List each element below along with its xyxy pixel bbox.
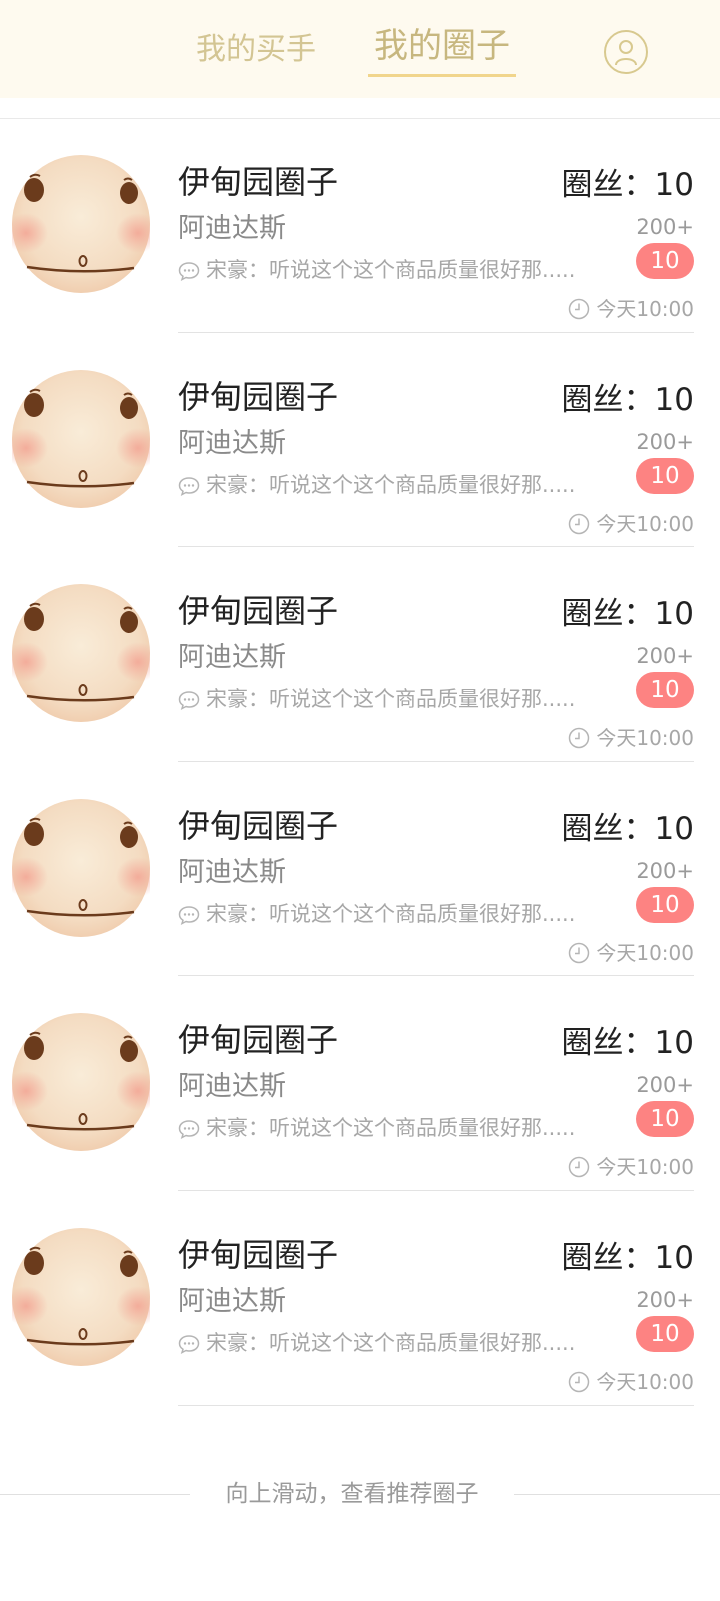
circle-brand: 阿迪达斯 bbox=[178, 1285, 286, 1317]
clock-icon bbox=[569, 298, 590, 320]
circle-avatar bbox=[12, 369, 150, 508]
member-count: 200+ bbox=[636, 429, 694, 454]
fans-count: 圈丝：10 bbox=[561, 1025, 694, 1062]
unread-badge: 10 bbox=[636, 243, 694, 279]
circle-name: 伊甸园圈子 bbox=[178, 163, 339, 201]
hint-line-right bbox=[514, 1494, 720, 1495]
last-message: 宋豪：听说这个这个商品质量很好那..... bbox=[178, 1113, 575, 1143]
last-active-time: 今天10:00 bbox=[568, 723, 694, 753]
last-message: 宋豪：听说这个这个商品质量很好那..... bbox=[178, 1328, 575, 1358]
time-text: 今天10:00 bbox=[596, 940, 694, 965]
last-active-time: 今天10:00 bbox=[568, 509, 694, 539]
circle-list-item[interactable]: 伊甸园圈子 阿迪达斯 宋豪：听说这个这个商品质量很好那..... 圈丝：10 2… bbox=[0, 118, 720, 333]
unread-badge: 10 bbox=[636, 1315, 694, 1352]
last-active-time: 今天10:00 bbox=[568, 1367, 694, 1397]
circle-list-item[interactable]: 伊甸园圈子 阿迪达斯 宋豪：听说这个这个商品质量很好那..... 圈丝：10 2… bbox=[0, 547, 720, 762]
unread-badge: 10 bbox=[636, 886, 694, 923]
time-text: 今天10:00 bbox=[596, 511, 694, 536]
member-count: 200+ bbox=[636, 1073, 694, 1098]
user-circle-icon bbox=[615, 40, 637, 66]
chat-bubble-icon bbox=[178, 476, 200, 496]
last-active-time: 今天10:00 bbox=[568, 1152, 694, 1182]
top-bar: 我的买手 我的圈子 bbox=[0, 0, 720, 98]
unread-badge: 10 bbox=[636, 457, 694, 494]
circle-list-item[interactable]: 伊甸园圈子 阿迪达斯 宋豪：听说这个这个商品质量很好那..... 圈丝：10 2… bbox=[0, 1191, 720, 1406]
member-count: 200+ bbox=[636, 215, 694, 239]
swipe-hint: 向上滑动，查看推荐圈子 bbox=[0, 1476, 720, 1516]
clock-icon bbox=[569, 727, 590, 749]
last-message-text: 宋豪：听说这个这个商品质量很好那..... bbox=[206, 901, 576, 926]
hint-line-left bbox=[0, 1494, 190, 1495]
circle-name: 伊甸园圈子 bbox=[178, 806, 339, 845]
fans-count: 圈丝：10 bbox=[561, 381, 694, 418]
clock-icon bbox=[569, 513, 590, 534]
circle-brand: 阿迪达斯 bbox=[178, 1071, 286, 1103]
circle-brand: 阿迪达斯 bbox=[178, 427, 286, 459]
time-text: 今天10:00 bbox=[596, 1155, 694, 1180]
fans-count: 圈丝：10 bbox=[561, 596, 694, 633]
fans-count: 圈丝：10 bbox=[561, 167, 694, 203]
circle-list-item[interactable]: 伊甸园圈子 阿迪达斯 宋豪：听说这个这个商品质量很好那..... 圈丝：10 2… bbox=[0, 762, 720, 977]
member-count: 200+ bbox=[636, 644, 694, 669]
last-message-text: 宋豪：听说这个这个商品质量很好那..... bbox=[206, 687, 576, 712]
last-message-text: 宋豪：听说这个这个商品质量很好那..... bbox=[206, 258, 576, 282]
unread-badge: 10 bbox=[636, 1101, 694, 1138]
circle-name: 伊甸园圈子 bbox=[178, 1235, 339, 1274]
unread-badge: 10 bbox=[636, 672, 694, 709]
circle-brand: 阿迪达斯 bbox=[178, 642, 286, 674]
last-message-text: 宋豪：听说这个这个商品质量很好那..... bbox=[206, 1116, 576, 1141]
time-text: 今天10:00 bbox=[596, 1369, 694, 1394]
fans-count: 圈丝：10 bbox=[561, 810, 694, 847]
user-profile-button[interactable] bbox=[604, 30, 648, 74]
clock-icon bbox=[569, 942, 590, 964]
circle-name: 伊甸园圈子 bbox=[178, 1021, 339, 1060]
chat-bubble-icon bbox=[178, 1120, 200, 1140]
circle-brand: 阿迪达斯 bbox=[178, 856, 286, 888]
last-message: 宋豪：听说这个这个商品质量很好那..... bbox=[178, 470, 575, 500]
chat-bubble-icon bbox=[178, 262, 200, 281]
clock-icon bbox=[569, 1157, 590, 1178]
time-text: 今天10:00 bbox=[596, 297, 694, 321]
chat-bubble-icon bbox=[178, 691, 200, 711]
circle-avatar bbox=[12, 1227, 150, 1366]
active-tab-indicator bbox=[368, 74, 516, 77]
row-divider bbox=[178, 1404, 694, 1406]
chat-bubble-icon bbox=[178, 906, 200, 925]
chat-bubble-icon bbox=[178, 1335, 200, 1354]
circle-name: 伊甸园圈子 bbox=[178, 592, 339, 631]
circle-list-item[interactable]: 伊甸园圈子 阿迪达斯 宋豪：听说这个这个商品质量很好那..... 圈丝：10 2… bbox=[0, 976, 720, 1191]
last-active-time: 今天10:00 bbox=[568, 938, 694, 968]
tab-my-buyers[interactable]: 我的买手 bbox=[186, 26, 326, 76]
circle-list: 伊甸园圈子 阿迪达斯 宋豪：听说这个这个商品质量很好那..... 圈丝：10 2… bbox=[0, 118, 720, 1406]
clock-icon bbox=[569, 1371, 590, 1393]
circle-avatar bbox=[12, 155, 150, 293]
member-count: 200+ bbox=[636, 858, 694, 883]
last-active-time: 今天10:00 bbox=[568, 294, 694, 324]
last-message: 宋豪：听说这个这个商品质量很好那..... bbox=[178, 255, 575, 285]
member-count: 200+ bbox=[636, 1287, 694, 1312]
circle-name: 伊甸园圈子 bbox=[178, 377, 339, 416]
circle-avatar bbox=[12, 584, 150, 723]
last-message: 宋豪：听说这个这个商品质量很好那..... bbox=[178, 684, 575, 714]
time-text: 今天10:00 bbox=[596, 726, 694, 751]
circle-avatar bbox=[12, 1013, 150, 1152]
last-message-text: 宋豪：听说这个这个商品质量很好那..... bbox=[206, 472, 576, 497]
last-message: 宋豪：听说这个这个商品质量很好那..... bbox=[178, 899, 575, 929]
circle-avatar bbox=[12, 798, 150, 937]
tab-my-circles[interactable]: 我的圈子 bbox=[368, 22, 516, 76]
swipe-hint-text: 向上滑动，查看推荐圈子 bbox=[225, 1481, 479, 1507]
fans-count: 圈丝：10 bbox=[561, 1239, 694, 1276]
circle-brand: 阿迪达斯 bbox=[178, 213, 286, 244]
circle-list-item[interactable]: 伊甸园圈子 阿迪达斯 宋豪：听说这个这个商品质量很好那..... 圈丝：10 2… bbox=[0, 333, 720, 548]
last-message-text: 宋豪：听说这个这个商品质量很好那..... bbox=[206, 1330, 576, 1355]
